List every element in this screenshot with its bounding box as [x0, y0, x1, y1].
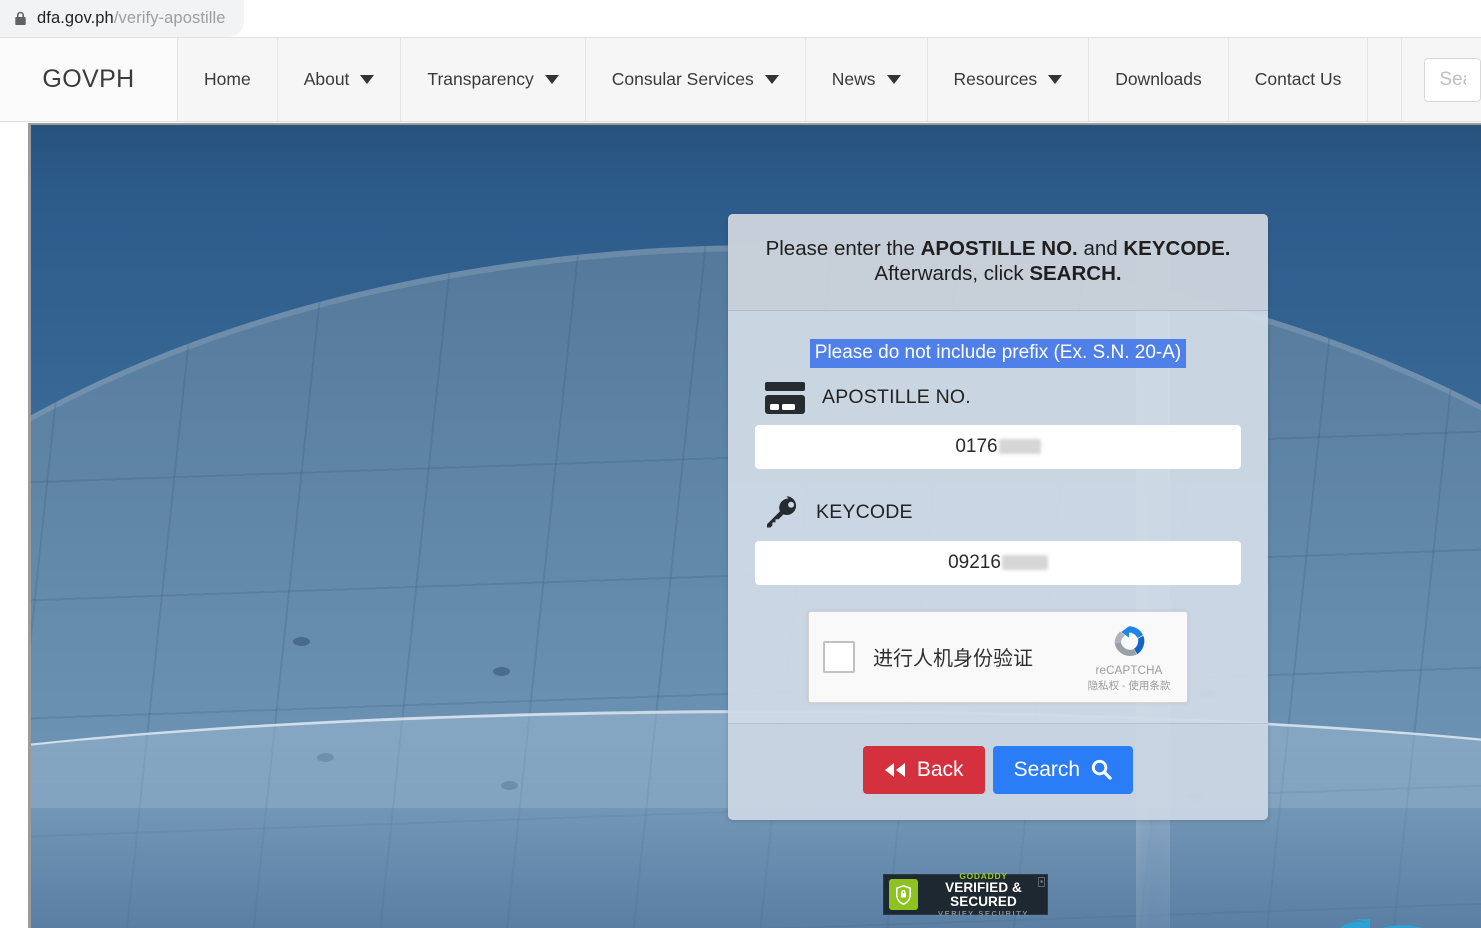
card-instruction-text: Please enter the APOSTILLE NO. and KEYCO…	[758, 236, 1238, 286]
back-button[interactable]: Back	[862, 745, 985, 794]
dragon-logo-icon	[1340, 919, 1459, 928]
nav-item-label: News	[831, 69, 876, 89]
nav-item-label: Transparency	[427, 69, 534, 89]
padlock-shield-icon	[889, 879, 918, 910]
site-watermark: Phhua.com	[1314, 919, 1481, 928]
apostille-input[interactable]: 0176	[755, 424, 1241, 469]
address-bar-domain: dfa.gov.ph	[37, 9, 114, 27]
page-viewport: Please enter the APOSTILLE NO. and KEYCO…	[0, 123, 1481, 928]
keycode-input[interactable]: 09216	[755, 540, 1241, 585]
nav-item-label: Resources	[953, 69, 1038, 89]
instruction-part: Afterwards, click	[874, 262, 1030, 285]
instruction-emphasis: SEARCH.	[1029, 262, 1122, 285]
nav-item-transparency[interactable]: Transparency	[401, 38, 586, 121]
credit-card-icon	[765, 381, 805, 414]
apostille-input-value: 0176	[955, 435, 998, 457]
search-button[interactable]: Search	[992, 745, 1134, 794]
recaptcha-branding: reCAPTCHA 隐私权 - 使用条款	[1084, 621, 1174, 693]
card-footer: Back Search	[728, 722, 1268, 820]
nav-item-consular-services[interactable]: Consular Services	[586, 38, 806, 121]
address-bar-path: /verify-apostille	[113, 9, 226, 27]
apostille-verification-card: Please enter the APOSTILLE NO. and KEYCO…	[728, 214, 1268, 820]
key-icon	[767, 496, 797, 528]
nav-item-label: Contact Us	[1254, 69, 1342, 89]
instruction-part: and	[1077, 237, 1124, 260]
keycode-field-label: KEYCODE	[816, 501, 913, 524]
seal-text-block: GODADDY VERIFIED & SECURED VERIFY SECURI…	[925, 870, 1042, 918]
chevron-down-icon	[1048, 75, 1063, 84]
address-bar-url: dfa.gov.ph/verify-apostille	[37, 9, 226, 28]
nav-item-label: About	[303, 69, 350, 89]
nav-search-wrapper	[1402, 38, 1481, 121]
magnifier-icon	[1091, 760, 1112, 780]
recaptcha-widget[interactable]: 进行人机身份验证 reCAPTCHA 隐私权 - 使用条款	[808, 610, 1188, 703]
nav-item-label: Home	[204, 69, 251, 89]
recaptcha-terms-link[interactable]: 隐私权 - 使用条款	[1084, 678, 1174, 693]
nav-item-downloads[interactable]: Downloads	[1089, 38, 1229, 121]
chevron-down-icon	[360, 75, 375, 84]
recaptcha-label: 进行人机身份验证	[873, 648, 1033, 671]
nav-item-news[interactable]: News	[806, 38, 928, 121]
nav-item-home[interactable]: Home	[178, 38, 278, 121]
hero-facade-detail	[293, 637, 310, 646]
fast-backward-icon	[884, 762, 905, 777]
recaptcha-logo-icon	[1114, 626, 1145, 656]
instruction-emphasis: APOSTILLE NO.	[920, 237, 1078, 260]
close-icon[interactable]: ▪	[1038, 877, 1045, 887]
apostille-field-label-row: APOSTILLE NO.	[764, 381, 1242, 415]
keycode-input-value: 09216	[948, 551, 1001, 573]
back-button-label: Back	[916, 757, 964, 781]
recaptcha-checkbox[interactable]	[823, 640, 855, 673]
card-body: Please do not include prefix (Ex. S.N. 2…	[728, 311, 1268, 723]
instruction-part: Please enter the	[765, 237, 921, 260]
seal-status-line: VERIFIED & SECURED	[945, 880, 1022, 909]
hero-background-image: Please enter the APOSTILLE NO. and KEYCO…	[28, 123, 1481, 928]
search-button-label: Search	[1013, 757, 1081, 781]
chevron-down-icon	[764, 75, 779, 84]
hero-base-shadow	[31, 808, 1481, 928]
apostille-field-label: APOSTILLE NO.	[822, 386, 971, 409]
chevron-down-icon	[886, 75, 901, 84]
redacted-value-mask	[998, 439, 1041, 455]
address-bar[interactable]: dfa.gov.ph/verify-apostille	[0, 0, 244, 37]
search-input[interactable]	[1424, 57, 1481, 102]
recaptcha-brand-name: reCAPTCHA	[1095, 664, 1163, 677]
redacted-value-mask	[1001, 555, 1048, 571]
nav-item-resources[interactable]: Resources	[928, 38, 1090, 121]
nav-item-label: Consular Services	[611, 69, 754, 89]
browser-chrome: dfa.gov.ph/verify-apostille	[0, 0, 1481, 37]
nav-spacer	[1368, 38, 1403, 121]
nav-item-contact-us[interactable]: Contact Us	[1229, 38, 1369, 121]
card-header: Please enter the APOSTILLE NO. and KEYCO…	[728, 214, 1268, 311]
nav-item-about[interactable]: About	[278, 38, 402, 121]
site-brand-govph[interactable]: GOVPH	[0, 38, 178, 121]
site-navigation-bar: GOVPH Home About Transparency Consular S…	[0, 37, 1481, 122]
hero-facade-detail	[493, 667, 510, 676]
prefix-note-row: Please do not include prefix (Ex. S.N. 2…	[754, 339, 1242, 368]
prefix-note-highlighted: Please do not include prefix (Ex. S.N. 2…	[809, 339, 1187, 368]
nav-item-label: Downloads	[1115, 69, 1202, 89]
godaddy-security-seal[interactable]: GODADDY VERIFIED & SECURED VERIFY SECURI…	[883, 870, 1048, 918]
instruction-emphasis: KEYCODE.	[1123, 237, 1231, 260]
seal-brand-line: GODADDY	[959, 870, 1008, 881]
lock-icon	[15, 11, 26, 25]
keycode-field-label-row: KEYCODE	[764, 495, 1242, 531]
seal-subtitle-line: VERIFY SECURITY	[938, 909, 1029, 918]
chevron-down-icon	[544, 75, 559, 84]
